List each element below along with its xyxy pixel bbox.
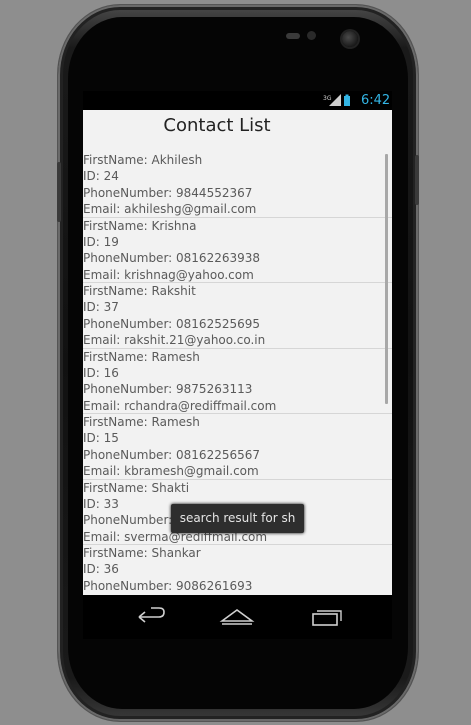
navigation-bar bbox=[83, 595, 392, 639]
earpiece bbox=[286, 33, 300, 39]
page-title: Contact List bbox=[163, 115, 271, 136]
proximity-sensor bbox=[307, 31, 316, 40]
recents-icon[interactable] bbox=[307, 601, 343, 631]
contact-email: Email: kbramesh@gmail.com bbox=[83, 464, 259, 479]
contact-email: Email: rchandra@rediffmail.com bbox=[83, 398, 277, 413]
list-item[interactable]: FirstName: Shankar ID: 36 PhoneNumber: 9… bbox=[83, 545, 392, 595]
contact-first-name: FirstName: Rakshit bbox=[83, 284, 196, 298]
battery-icon bbox=[344, 96, 350, 106]
contact-first-name: FirstName: Shakti bbox=[83, 480, 190, 495]
contact-id: ID: 19 bbox=[83, 234, 119, 249]
list-item[interactable]: FirstName: Ramesh ID: 16 PhoneNumber: 98… bbox=[83, 349, 392, 414]
contact-phone: PhoneNumber: 08162256567 bbox=[83, 447, 261, 462]
network-type-label: 3G bbox=[323, 95, 332, 102]
scrollbar[interactable] bbox=[385, 154, 388, 404]
signal-icon: 3G bbox=[323, 94, 350, 106]
contact-phone: PhoneNumber: 9086261693 bbox=[83, 578, 253, 593]
contact-phone: PhoneNumber: 08162263938 bbox=[83, 251, 261, 266]
list-item[interactable]: FirstName: Rakshit ID: 37 PhoneNumber: 0… bbox=[83, 283, 392, 349]
contact-id: ID: 37 bbox=[83, 300, 119, 315]
contact-id: ID: 24 bbox=[83, 169, 119, 184]
contact-phone: PhoneNumber: 08162525695 bbox=[83, 316, 261, 331]
list-item[interactable]: FirstName: Krishna ID: 19 PhoneNumber: 0… bbox=[83, 218, 392, 283]
contact-email: Email: rakshit.21@yahoo.co.in bbox=[83, 333, 266, 348]
contact-email: Email: akhileshg@gmail.com bbox=[83, 202, 257, 217]
contact-phone: PhoneNumber: 9844552367 bbox=[83, 185, 253, 200]
contact-id: ID: 15 bbox=[83, 431, 119, 446]
contact-first-name: FirstName: Shankar bbox=[83, 546, 201, 560]
contact-phone: PhoneNumber: 9875263113 bbox=[83, 382, 253, 397]
volume-button bbox=[57, 162, 61, 222]
contact-email: Email: krishnag@yahoo.com bbox=[83, 267, 254, 282]
front-camera bbox=[342, 31, 358, 47]
contact-id: ID: 16 bbox=[83, 365, 119, 380]
contact-first-name: FirstName: Krishna bbox=[83, 218, 197, 233]
power-button bbox=[415, 155, 419, 205]
home-icon[interactable] bbox=[219, 601, 255, 631]
list-item[interactable]: FirstName: Ramesh ID: 15 PhoneNumber: 08… bbox=[83, 414, 392, 480]
contact-first-name: FirstName: Ramesh bbox=[83, 349, 200, 364]
contact-first-name: FirstName: Ramesh bbox=[83, 415, 200, 429]
status-time: 6:42 bbox=[361, 93, 391, 108]
toast-message: search result for sh bbox=[171, 504, 304, 533]
contact-first-name: FirstName: Akhilesh bbox=[83, 153, 203, 167]
contact-id: ID: 36 bbox=[83, 562, 119, 577]
list-item[interactable]: FirstName: Akhilesh ID: 24 PhoneNumber: … bbox=[83, 152, 392, 218]
back-icon[interactable] bbox=[133, 601, 169, 631]
